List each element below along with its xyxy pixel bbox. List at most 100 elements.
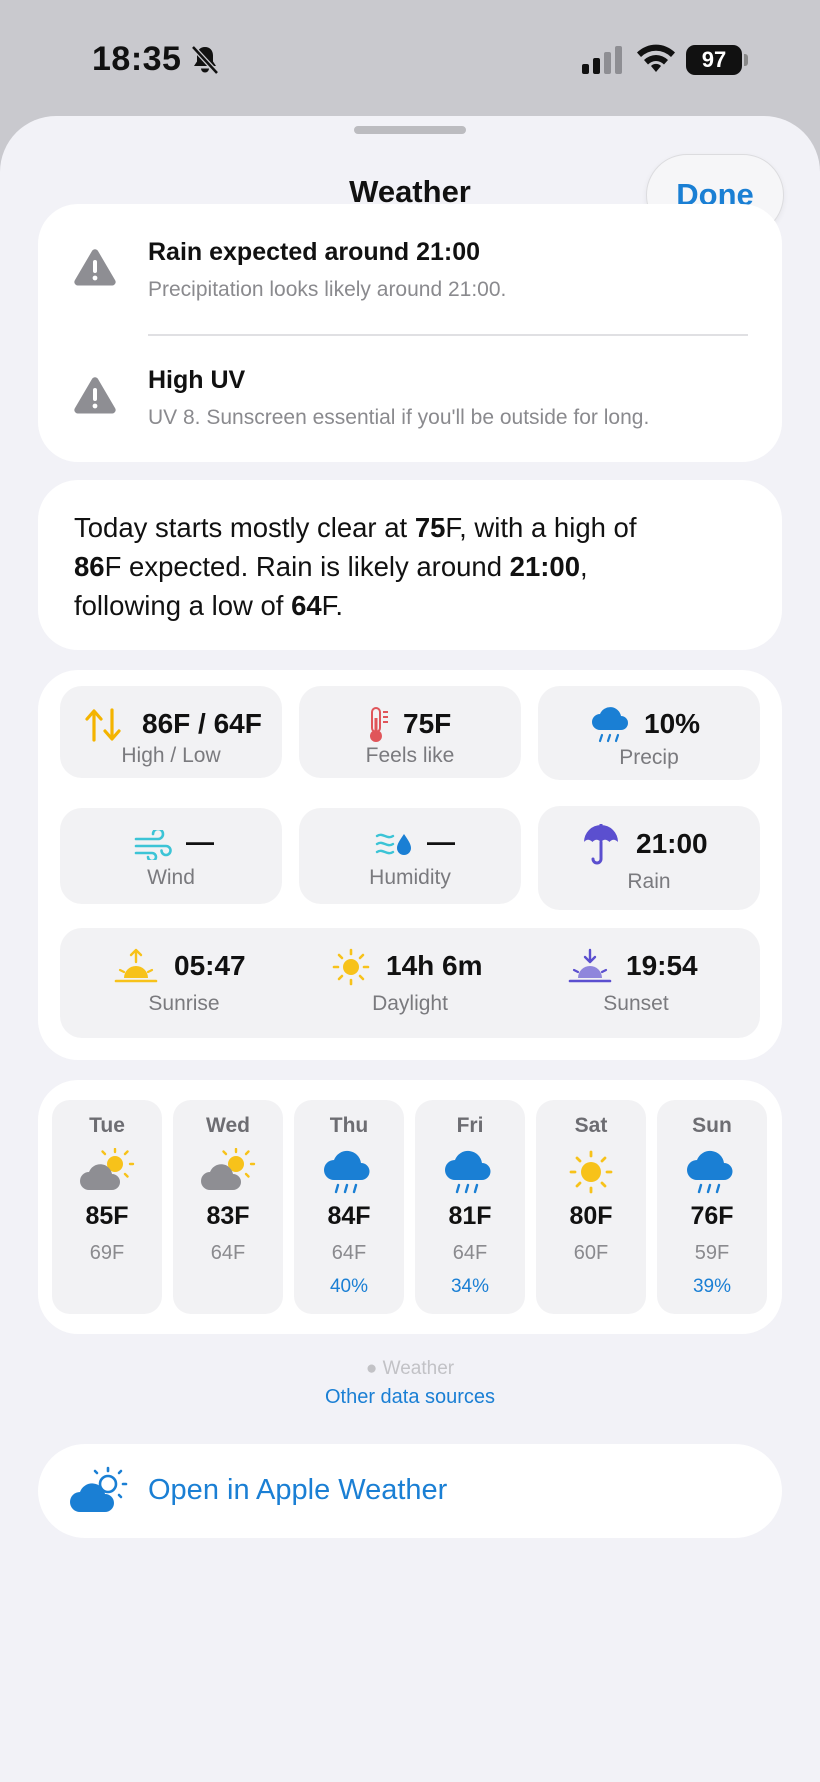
daylight-label: Daylight <box>372 992 448 1015</box>
day-name: Thu <box>329 1114 369 1137</box>
forecast-day[interactable]: Sat 80F 60F <box>536 1100 646 1314</box>
day-high: 83F <box>206 1202 250 1230</box>
forecast-day[interactable]: Sun 76F 59F 39% <box>657 1100 767 1314</box>
sun-icon <box>569 1150 613 1194</box>
wifi-icon <box>637 44 675 72</box>
partly-cloudy-icon <box>80 1148 135 1190</box>
forecast-day[interactable]: Fri 81F 64F 34% <box>415 1100 525 1314</box>
alert-title: High UV <box>148 366 246 394</box>
warning-triangle-icon <box>74 249 116 286</box>
battery-cap <box>744 54 748 66</box>
status-time: 18:35 <box>92 40 182 78</box>
day-low: 60F <box>573 1242 609 1264</box>
status-bar: 18:35 97 <box>0 0 820 116</box>
rain-tile[interactable]: 21:00 Rain <box>538 806 760 910</box>
day-precip: 40% <box>329 1276 369 1297</box>
other-data-sources-link[interactable]: Other data sources <box>0 1386 820 1409</box>
sheet-grabber[interactable] <box>354 126 466 134</box>
wind-value: — <box>186 826 214 857</box>
summary-text: following a low of <box>74 590 292 621</box>
alert-item[interactable]: Rain expected around 21:00 Precipitation… <box>38 204 782 336</box>
day-name: Sun <box>692 1114 732 1137</box>
rain-cloud-icon <box>687 1150 733 1194</box>
day-name: Sat <box>574 1114 608 1137</box>
sunset-value: 19:54 <box>626 950 698 981</box>
umbrella-icon <box>584 824 618 865</box>
wind-icon <box>134 830 172 860</box>
bell-slash-icon <box>191 45 219 75</box>
apple-logo-icon: ● <box>365 1358 378 1379</box>
high-low-tile[interactable]: 86F / 64F High / Low <box>60 686 282 778</box>
day-name: Wed <box>206 1114 250 1137</box>
summary-high-temp: 86 <box>74 551 105 582</box>
forecast-day[interactable]: Thu 84F 64F 40% <box>294 1100 404 1314</box>
precip-value: 10% <box>644 708 701 739</box>
summary-text: F expected. Rain is likely around <box>104 551 510 582</box>
sun-icon <box>332 948 370 986</box>
summary-text: , <box>580 551 588 582</box>
feels-like-tile[interactable]: 75F Feels like <box>299 686 521 778</box>
open-in-apple-weather-button[interactable]: Open in Apple Weather <box>38 1444 782 1538</box>
alert-title: Rain expected around 21:00 <box>148 238 481 266</box>
high-low-label: High / Low <box>121 744 221 767</box>
day-low: 64F <box>452 1242 488 1264</box>
feels-like-value: 75F <box>403 708 452 739</box>
weather-attribution: ● Weather <box>0 1358 820 1380</box>
sunset-label: Sunset <box>603 992 669 1015</box>
alerts-card: Rain expected around 21:00 Precipitation… <box>38 204 782 462</box>
daily-forecast-card: Tue 85F 69F Wed 83F 64F Thu 84F 64F 40% … <box>38 1080 782 1334</box>
day-low: 69F <box>89 1242 125 1264</box>
rain-time-value: 21:00 <box>636 828 708 859</box>
humidity-icon <box>375 833 411 855</box>
summary-rain-time: 21:00 <box>509 551 580 582</box>
day-low: 64F <box>331 1242 367 1264</box>
humidity-tile[interactable]: — Humidity <box>299 808 521 904</box>
open-label: Open in Apple Weather <box>148 1474 448 1506</box>
forecast-summary-card: Today starts mostly clear at 75F, with a… <box>38 480 782 650</box>
summary-low-temp: 64 <box>291 590 322 621</box>
conditions-card: 86F / 64F High / Low 75F Feels like 10% … <box>38 670 782 1060</box>
day-precip: 39% <box>692 1276 732 1297</box>
sunrise-icon <box>114 948 158 983</box>
feels-like-label: Feels like <box>365 744 455 767</box>
wind-tile[interactable]: — Wind <box>60 808 282 904</box>
partly-cloudy-icon <box>201 1148 256 1190</box>
precip-label: Precip <box>619 746 679 769</box>
day-low: 64F <box>210 1242 246 1264</box>
summary-text: Today starts mostly clear at <box>74 512 415 543</box>
precip-tile[interactable]: 10% Precip <box>538 686 760 780</box>
humidity-label: Humidity <box>369 866 451 889</box>
rain-cloud-icon <box>592 707 628 743</box>
humidity-value: — <box>427 826 455 857</box>
day-high: 81F <box>448 1202 492 1230</box>
day-high: 84F <box>327 1202 371 1230</box>
day-low: 59F <box>694 1242 730 1264</box>
day-high: 85F <box>85 1202 129 1230</box>
forecast-day[interactable]: Tue 85F 69F <box>52 1100 162 1314</box>
summary-current-temp: 75 <box>414 512 446 543</box>
rain-label: Rain <box>627 870 671 893</box>
thermometer-icon <box>370 707 388 742</box>
day-precip: 34% <box>450 1276 490 1297</box>
sun-times-tile[interactable]: 05:47 Sunrise 14h 6m Daylight 19:54 Suns… <box>60 928 760 1038</box>
summary-text: F. <box>321 590 344 621</box>
day-name: Tue <box>89 1114 125 1137</box>
day-high: 76F <box>690 1202 734 1230</box>
daylight-value: 14h 6m <box>386 950 483 981</box>
high-low-arrows-icon <box>85 708 121 742</box>
sunrise-label: Sunrise <box>148 992 220 1015</box>
battery-indicator: 97 <box>686 45 742 75</box>
attribution-text: Weather <box>377 1358 455 1379</box>
forecast-day[interactable]: Wed 83F 64F <box>173 1100 283 1314</box>
day-high: 80F <box>569 1202 613 1230</box>
day-name: Fri <box>456 1114 484 1137</box>
warning-triangle-icon <box>74 377 116 414</box>
alert-item[interactable]: High UV UV 8. Sunscreen essential if you… <box>38 332 782 460</box>
alert-description: UV 8. Sunscreen essential if you'll be o… <box>148 406 650 429</box>
wind-label: Wind <box>147 866 195 889</box>
rain-cloud-icon <box>445 1150 491 1194</box>
cellular-signal-icon <box>582 46 622 74</box>
partly-cloudy-icon <box>70 1466 128 1512</box>
sunrise-value: 05:47 <box>174 950 246 981</box>
summary-text: F, with a high of <box>445 512 637 543</box>
